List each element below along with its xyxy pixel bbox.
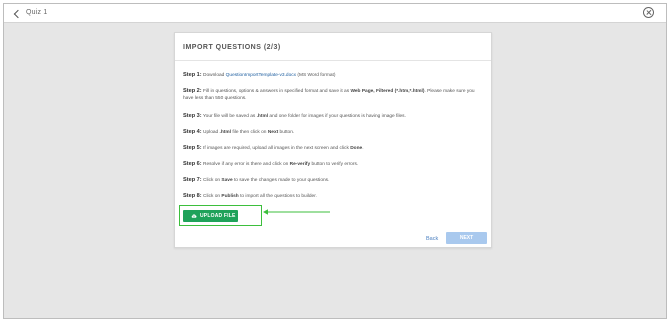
step-1: Step 1: Download QuestionImportTemplate-… (183, 72, 483, 79)
step-emphasis: Done (350, 146, 363, 151)
step-label: Step 3: (183, 113, 202, 119)
step-2: Step 2: Fill in questions, options & ans… (183, 88, 483, 102)
step-4: Step 4: Upload .html file then click on … (183, 129, 483, 136)
step-label: Step 6: (183, 161, 202, 167)
step-8: Step 8: Click on Publish to import all t… (183, 193, 483, 200)
step-text: to save the changes made to your questio… (232, 178, 330, 183)
step-emphasis: .html (219, 130, 232, 135)
step-label: Step 5: (183, 145, 202, 151)
step-text: Download (203, 73, 226, 78)
step-text: If images are required, upload all image… (203, 146, 351, 151)
step-text: and one folder for images if your questi… (268, 114, 406, 119)
step-text: Fill in questions, options & answers in … (203, 89, 351, 94)
step-text: button. (278, 130, 295, 135)
upload-file-label: UPLOAD FILE (200, 213, 236, 220)
step-6: Step 6: Resolve if any error is there an… (183, 161, 483, 168)
step-text: Click on (203, 178, 222, 183)
step-text: button to verify errors. (310, 162, 359, 167)
step-7: Step 7: Click on Save to save the change… (183, 177, 483, 184)
cloud-upload-icon (191, 214, 197, 218)
step-emphasis: Web Page, Filtered (*.htm,*.html) (350, 89, 425, 94)
next-button[interactable]: NEXT (446, 232, 487, 244)
back-link[interactable]: Back (426, 236, 438, 242)
step-text: Resolve if any error is there and click … (203, 162, 290, 167)
upload-file-button[interactable]: UPLOAD FILE (183, 210, 238, 222)
import-dialog: IMPORT QUESTIONS (2/3) Step 1: Download … (174, 32, 492, 248)
step-text: (MS Word format) (296, 73, 336, 78)
step-text: Click on (203, 194, 222, 199)
pointer-arrow-icon (263, 209, 330, 215)
close-icon[interactable] (643, 7, 654, 18)
step-label: Step 8: (183, 193, 202, 199)
step-label: Step 4: (183, 129, 202, 135)
step-label: Step 1: (183, 72, 202, 78)
step-3: Step 3: Your file will be saved as .html… (183, 113, 483, 120)
step-emphasis: Re-verify (289, 162, 311, 167)
top-bar: Quiz 1 (4, 4, 666, 23)
step-label: Step 2: (183, 88, 202, 94)
step-emphasis: Next (267, 130, 279, 135)
page-title: Quiz 1 (26, 9, 48, 16)
step-text: Your file will be saved as (202, 114, 257, 119)
step-text: to import all the questions to builder. (238, 194, 317, 199)
back-button[interactable] (13, 8, 23, 19)
step-label: Step 7: (183, 177, 202, 183)
step-text: Upload (203, 130, 220, 135)
step-emphasis: Save (221, 178, 233, 183)
step-emphasis: Publish (221, 194, 239, 199)
step-emphasis: .html (256, 114, 269, 119)
step-text: . (362, 146, 364, 151)
step-text: file then click on (231, 130, 268, 135)
chevron-left-icon (13, 9, 23, 18)
app-window: Quiz 1 IMPORT QUESTIONS (2/3) Step 1: Do… (3, 3, 667, 319)
template-download-link[interactable]: QuestionImportTemplate-v3.docx (226, 73, 296, 78)
step-5: Step 5: If images are required, upload a… (183, 145, 483, 152)
dialog-title: IMPORT QUESTIONS (2/3) (183, 44, 281, 51)
divider (175, 60, 491, 61)
